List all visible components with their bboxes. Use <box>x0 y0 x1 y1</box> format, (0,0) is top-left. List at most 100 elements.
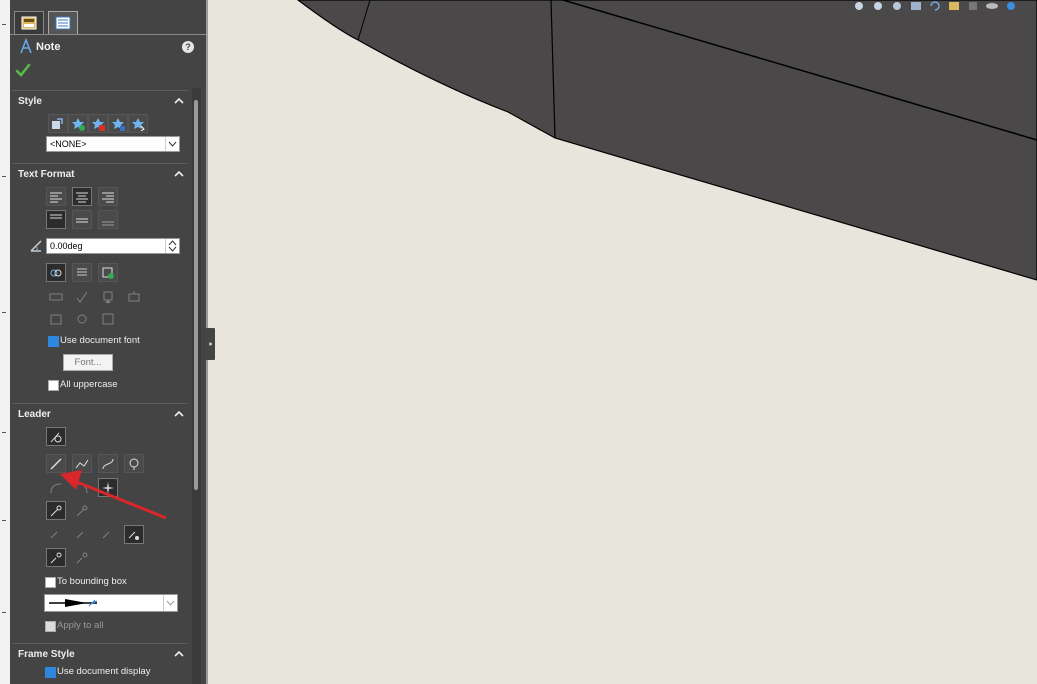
display-style-icon[interactable] <box>965 0 981 12</box>
hole-callout-button[interactable] <box>46 309 66 328</box>
note-icon <box>20 38 32 54</box>
chevron-down-icon[interactable] <box>163 595 177 611</box>
text-format-section-header[interactable]: Text Format <box>12 163 188 184</box>
save-style-button[interactable] <box>108 114 128 133</box>
strip-tick <box>2 312 6 313</box>
align-center-button[interactable] <box>72 187 92 206</box>
spline-leader-icon <box>102 458 114 469</box>
load-style-button[interactable] <box>128 114 148 133</box>
section-view-icon[interactable] <box>908 0 924 12</box>
weld-symbol-button[interactable] <box>72 309 92 328</box>
style-select[interactable]: <NONE> <box>46 136 180 152</box>
apply-style-button[interactable] <box>48 114 68 133</box>
feature-tree-tab[interactable] <box>48 11 78 34</box>
appearance-icon[interactable] <box>1003 0 1019 12</box>
bent-leader-button[interactable] <box>72 454 92 473</box>
leader-to-right-button[interactable] <box>72 501 92 520</box>
all-uppercase-checkbox[interactable] <box>48 380 59 391</box>
stack-note-button[interactable] <box>46 287 66 306</box>
hide-show-items-icon[interactable] <box>984 0 1000 12</box>
part-face[interactable] <box>296 0 1037 281</box>
attach-leader-icon <box>76 531 84 538</box>
align-right-button[interactable] <box>98 187 118 206</box>
angle-input[interactable]: 0.00deg <box>46 238 180 254</box>
block-icon <box>102 313 114 324</box>
arrow-style-preview-icon <box>49 599 98 607</box>
use-document-font-checkbox[interactable] <box>48 336 59 347</box>
property-manager-tab[interactable] <box>14 11 44 34</box>
add-symbol-button[interactable] <box>98 263 118 282</box>
chevron-up-icon[interactable] <box>174 649 184 659</box>
multi-jog-leader-alt-button[interactable] <box>72 548 92 567</box>
multi-jog-icon <box>50 552 62 563</box>
leader-attach-2-button[interactable] <box>72 525 92 544</box>
arrow-style-select[interactable] <box>44 594 178 612</box>
multi-jog-leader-button[interactable] <box>46 548 66 567</box>
panel-tab-bar <box>10 0 206 34</box>
link-to-property-button[interactable] <box>72 263 92 282</box>
chevron-up-icon[interactable] <box>174 96 184 106</box>
style-section-header[interactable]: Style <box>12 90 188 111</box>
geometric-tolerance-button[interactable] <box>124 287 144 306</box>
align-left-button[interactable] <box>46 187 66 206</box>
font-button[interactable]: Font... <box>63 354 113 371</box>
delete-style-button[interactable] <box>88 114 108 133</box>
use-document-display-checkbox[interactable] <box>45 667 56 678</box>
tab-divider <box>10 34 206 35</box>
frame-style-section-header[interactable]: Frame Style <box>12 643 188 664</box>
chevron-down-icon[interactable] <box>165 137 179 151</box>
block-button[interactable] <box>98 309 118 328</box>
straight-leader-icon <box>50 458 62 469</box>
leader-right-icon <box>76 505 88 516</box>
to-bounding-box-label: To bounding box <box>57 576 127 587</box>
align-left-icon <box>50 192 62 202</box>
help-icon[interactable]: ? <box>182 41 194 53</box>
leader-attach-3-button[interactable] <box>98 525 118 544</box>
leader-nearest-button[interactable] <box>98 478 118 497</box>
leader-style-right-button[interactable] <box>72 478 92 497</box>
view-orientation-icon[interactable] <box>946 0 962 12</box>
surface-finish-button[interactable] <box>72 287 92 306</box>
datum-icon <box>103 291 113 303</box>
leader-section-header[interactable]: Leader <box>12 403 188 424</box>
star-save-icon <box>112 117 125 131</box>
leader-attach-4-button[interactable] <box>124 525 144 544</box>
leader-to-left-button[interactable] <box>46 501 66 520</box>
leader-style-left-button[interactable] <box>46 478 66 497</box>
to-bounding-box-checkbox[interactable] <box>45 577 56 588</box>
datum-feature-button[interactable] <box>98 287 118 306</box>
align-middle-button[interactable] <box>72 210 92 229</box>
spline-leader-button[interactable] <box>98 454 118 473</box>
property-link-icon <box>77 268 87 275</box>
zoom-to-area-icon[interactable] <box>870 0 886 12</box>
align-bottom-button[interactable] <box>98 210 118 229</box>
tolerance-icon <box>128 290 140 301</box>
strip-tick <box>2 24 6 25</box>
hyperlink-icon <box>50 269 62 276</box>
auto-leader-button[interactable] <box>46 427 66 446</box>
chevron-up-icon[interactable] <box>174 169 184 179</box>
scrollbar-thumb[interactable] <box>194 100 198 490</box>
star-add-icon <box>72 117 85 131</box>
align-top-button[interactable] <box>46 210 66 229</box>
strip-tick <box>2 520 6 521</box>
zoom-to-fit-icon[interactable] <box>851 0 867 12</box>
heads-up-view-toolbar <box>851 0 1019 14</box>
panel-scrollbar[interactable] <box>192 88 201 684</box>
apply-to-all-checkbox[interactable] <box>45 621 56 632</box>
strip-tick <box>2 432 6 433</box>
all-uppercase-label: All uppercase <box>60 379 118 390</box>
straight-leader-button[interactable] <box>46 454 66 473</box>
spinner-icon[interactable] <box>165 239 179 253</box>
add-style-button[interactable] <box>68 114 88 133</box>
leader-attach-1-button[interactable] <box>46 525 66 544</box>
ok-checkmark-icon[interactable] <box>15 62 31 78</box>
insert-hyperlink-button[interactable] <box>46 263 66 282</box>
previous-view-icon[interactable] <box>889 0 905 12</box>
chevron-up-icon[interactable] <box>174 409 184 419</box>
graphics-area[interactable]: ? <box>208 0 1037 684</box>
property-manager-panel: Note ? Style <NONE> Text Format 0.00deg … <box>10 0 206 684</box>
apply-to-all-label: Apply to all <box>57 620 104 631</box>
rotate-view-icon[interactable] <box>927 0 943 12</box>
leader-attach-button[interactable] <box>124 454 144 473</box>
